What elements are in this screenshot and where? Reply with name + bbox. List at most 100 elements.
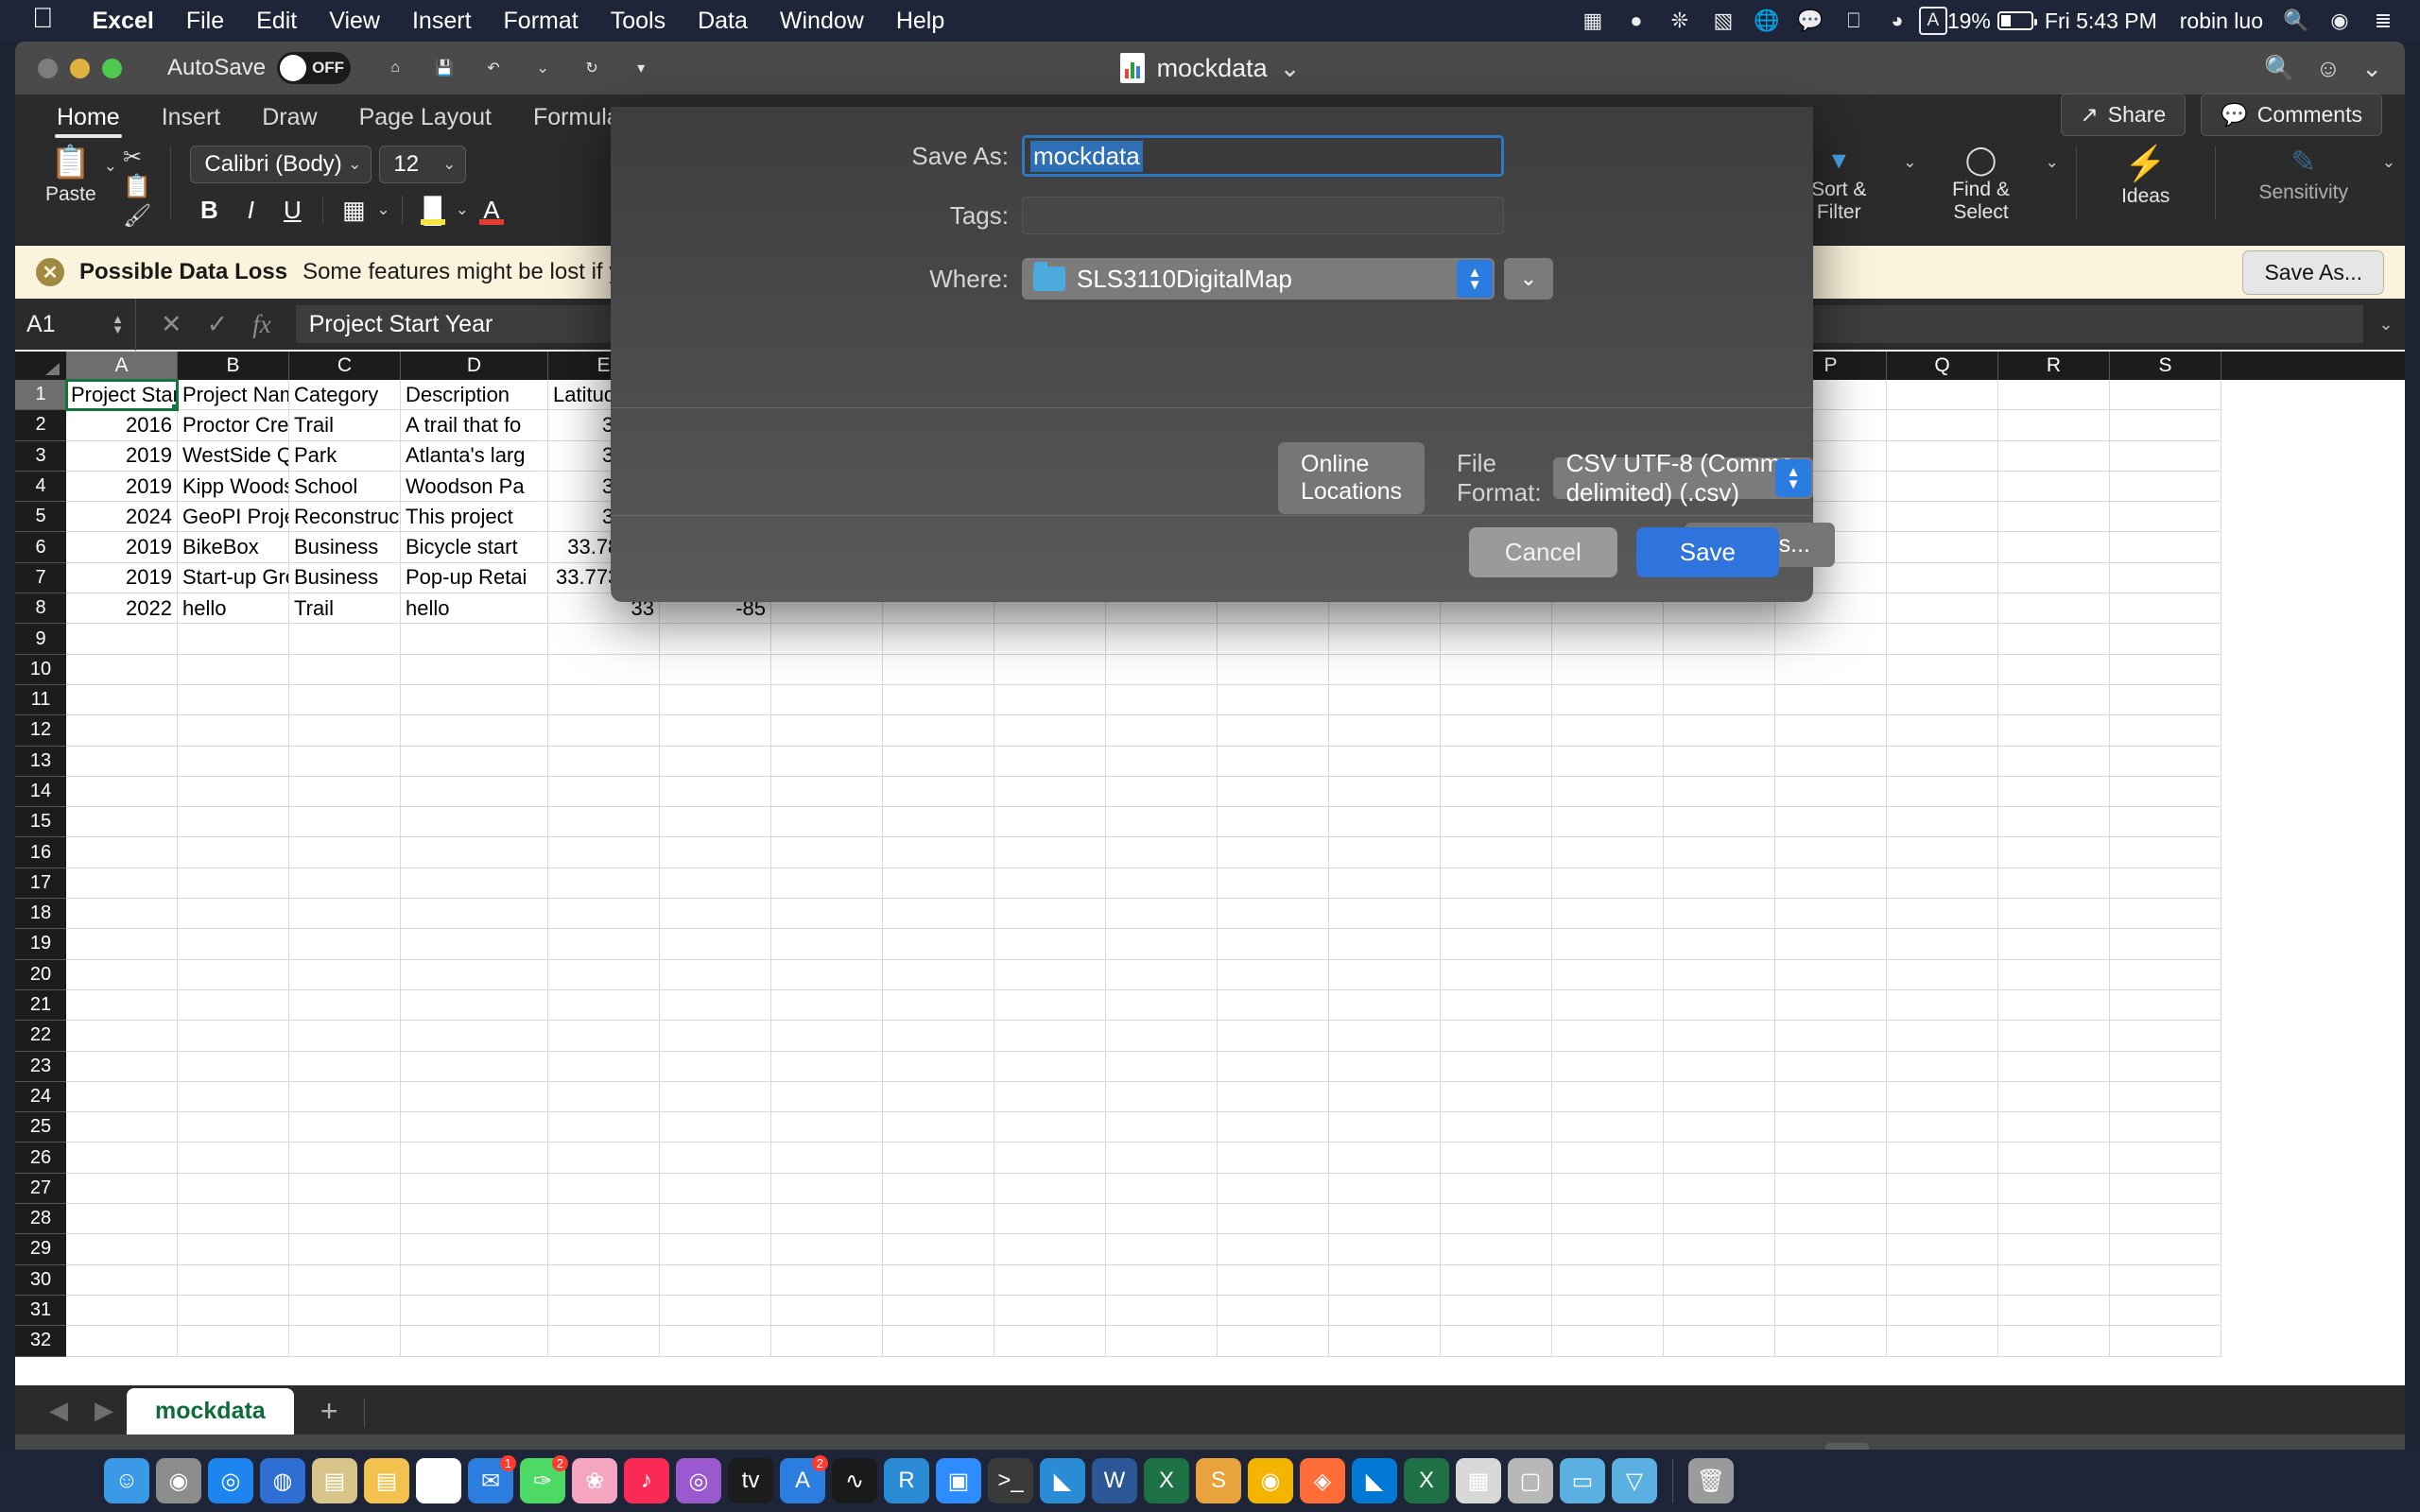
cell-Q29[interactable] — [1887, 1234, 1998, 1265]
cell-B2[interactable]: Proctor Creel — [178, 410, 289, 441]
cell-B21[interactable] — [178, 989, 289, 1022]
cell-Q26[interactable] — [1887, 1143, 1998, 1174]
cancel-formula-icon[interactable]: ✕ — [161, 310, 182, 339]
appletv-icon[interactable]: tv — [728, 1458, 773, 1503]
cell-E11[interactable] — [548, 684, 660, 716]
cell-A30[interactable] — [66, 1264, 178, 1296]
row-header-8[interactable]: 8 — [15, 593, 66, 625]
cell-B25[interactable] — [178, 1112, 289, 1143]
clock-label[interactable]: Fri 5:43 PM — [2033, 9, 2169, 34]
cell-I15[interactable] — [994, 807, 1106, 838]
cell-B9[interactable] — [178, 624, 289, 655]
cell-O27[interactable] — [1664, 1173, 1775, 1205]
cell-A6[interactable]: 2019 — [66, 532, 178, 563]
cell-C8[interactable]: Trail — [289, 593, 401, 625]
cell-D28[interactable] — [401, 1204, 548, 1235]
cell-M25[interactable] — [1441, 1112, 1552, 1143]
cell-F18[interactable] — [660, 899, 771, 930]
menu-item-edit[interactable]: Edit — [240, 8, 313, 35]
cell-E15[interactable] — [548, 807, 660, 838]
cell-O23[interactable] — [1664, 1051, 1775, 1082]
name-box-stepper[interactable]: ▲ ▼ — [112, 313, 124, 335]
cell-J28[interactable] — [1106, 1204, 1218, 1235]
cell-K28[interactable] — [1218, 1204, 1329, 1235]
cell-R11[interactable] — [1998, 684, 2110, 716]
cell-C18[interactable] — [289, 899, 401, 930]
cell-N15[interactable] — [1552, 807, 1664, 838]
cell-G26[interactable] — [771, 1143, 883, 1174]
cell-H27[interactable] — [883, 1173, 994, 1205]
cell-S27[interactable] — [2110, 1173, 2221, 1205]
cell-A12[interactable] — [66, 715, 178, 747]
cell-D24[interactable] — [401, 1081, 548, 1113]
cancel-button[interactable]: Cancel — [1468, 527, 1617, 577]
cell-G22[interactable] — [771, 1021, 883, 1052]
cell-H13[interactable] — [883, 746, 994, 777]
cell-P24[interactable] — [1775, 1081, 1887, 1113]
cell-K22[interactable] — [1218, 1021, 1329, 1052]
cell-A17[interactable] — [66, 868, 178, 900]
cell-E32[interactable] — [548, 1326, 660, 1357]
column-header-A[interactable]: A — [66, 352, 178, 380]
cell-J10[interactable] — [1106, 654, 1218, 685]
cell-J24[interactable] — [1106, 1081, 1218, 1113]
online-locations-button[interactable]: Online Locations — [1278, 442, 1426, 514]
cell-O29[interactable] — [1664, 1234, 1775, 1265]
cell-G21[interactable] — [771, 989, 883, 1022]
cell-D26[interactable] — [401, 1143, 548, 1174]
cell-G25[interactable] — [771, 1112, 883, 1143]
where-select[interactable]: SLS3110DigitalMap ▲ ▼ — [1022, 258, 1495, 300]
cell-S24[interactable] — [2110, 1081, 2221, 1113]
cell-I18[interactable] — [994, 899, 1106, 930]
cell-I9[interactable] — [994, 624, 1106, 655]
cell-K27[interactable] — [1218, 1173, 1329, 1205]
cell-R3[interactable] — [1998, 440, 2110, 472]
cell-D18[interactable] — [401, 899, 548, 930]
cell-R26[interactable] — [1998, 1143, 2110, 1174]
cell-A19[interactable] — [66, 929, 178, 960]
cell-J15[interactable] — [1106, 807, 1218, 838]
cell-G27[interactable] — [771, 1173, 883, 1205]
cell-D3[interactable]: Atlanta's larg — [401, 440, 548, 472]
cell-M9[interactable] — [1441, 624, 1552, 655]
cell-M22[interactable] — [1441, 1021, 1552, 1052]
cell-L22[interactable] — [1329, 1021, 1441, 1052]
cell-S15[interactable] — [2110, 807, 2221, 838]
cell-D20[interactable] — [401, 959, 548, 990]
cell-M28[interactable] — [1441, 1204, 1552, 1235]
cell-L26[interactable] — [1329, 1143, 1441, 1174]
cell-Q21[interactable] — [1887, 989, 1998, 1022]
cell-R1[interactable] — [1998, 380, 2110, 411]
cell-R24[interactable] — [1998, 1081, 2110, 1113]
cell-I27[interactable] — [994, 1173, 1106, 1205]
cell-R8[interactable] — [1998, 593, 2110, 625]
cell-N25[interactable] — [1552, 1112, 1664, 1143]
cell-G23[interactable] — [771, 1051, 883, 1082]
column-header-R[interactable]: R — [1998, 352, 2110, 380]
cell-R12[interactable] — [1998, 715, 2110, 747]
cell-A32[interactable] — [66, 1326, 178, 1357]
smiley-icon[interactable]: ☺ — [2316, 54, 2342, 83]
cell-C16[interactable] — [289, 837, 401, 868]
cell-I31[interactable] — [994, 1295, 1106, 1327]
home-icon[interactable]: ⌂ — [375, 48, 415, 88]
cell-J26[interactable] — [1106, 1143, 1218, 1174]
cell-S30[interactable] — [2110, 1264, 2221, 1296]
cell-D27[interactable] — [401, 1173, 548, 1205]
cell-G30[interactable] — [771, 1264, 883, 1296]
row-header-31[interactable]: 31 — [15, 1295, 66, 1327]
cell-P23[interactable] — [1775, 1051, 1887, 1082]
cell-H17[interactable] — [883, 868, 994, 900]
cell-D10[interactable] — [401, 654, 548, 685]
cell-O17[interactable] — [1664, 868, 1775, 900]
cell-A10[interactable] — [66, 654, 178, 685]
tags-input[interactable] — [1022, 197, 1504, 234]
cell-R30[interactable] — [1998, 1264, 2110, 1296]
cell-B26[interactable] — [178, 1143, 289, 1174]
cell-S8[interactable] — [2110, 593, 2221, 625]
cell-H19[interactable] — [883, 929, 994, 960]
cell-L20[interactable] — [1329, 959, 1441, 990]
row-header-32[interactable]: 32 — [15, 1326, 66, 1357]
cell-Q13[interactable] — [1887, 746, 1998, 777]
row-header-30[interactable]: 30 — [15, 1264, 66, 1296]
